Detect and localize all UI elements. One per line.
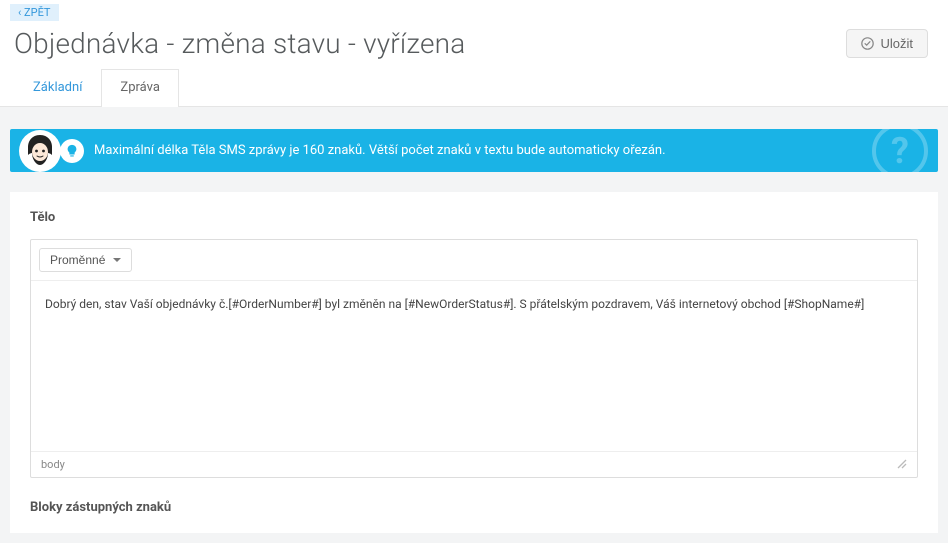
page-title: Objednávka - změna stavu - vyřízena <box>14 27 465 60</box>
save-button[interactable]: Uložit <box>846 29 928 58</box>
svg-text:?: ? <box>891 130 909 172</box>
tabs: Základní Zpráva <box>0 68 948 107</box>
back-link[interactable]: ‹ ZPĚT <box>10 4 59 21</box>
editor-panel: Tělo Proměnné Dobrý den, stav Vaší objed… <box>10 192 938 533</box>
path-text: body <box>41 458 65 471</box>
editor-path-bar: body <box>31 451 917 477</box>
chevron-left-icon: ‹ <box>18 6 21 19</box>
editor-toolbar: Proměnné <box>31 240 917 281</box>
tab-label: Zpráva <box>120 80 160 95</box>
info-alert: ? Maximální délka Těla SMS zprávy je 160… <box>10 129 938 172</box>
field-label-telo: Tělo <box>30 210 918 225</box>
lightbulb-badge-icon <box>60 139 84 163</box>
variables-dropdown[interactable]: Proměnné <box>39 248 132 272</box>
tab-label: Základní <box>33 80 82 95</box>
back-label: ZPĚT <box>24 6 50 19</box>
avatar-icon <box>18 129 62 172</box>
dropdown-label: Proměnné <box>50 253 105 267</box>
question-mark-icon: ? <box>870 129 930 172</box>
tab-zprava[interactable]: Zpráva <box>101 69 179 107</box>
chevron-down-icon <box>113 258 121 262</box>
editor-body[interactable]: Dobrý den, stav Vaší objednávky č.[#Orde… <box>31 281 917 451</box>
placeholders-heading: Bloky zástupných znaků <box>30 500 918 515</box>
rich-text-editor: Proměnné Dobrý den, stav Vaší objednávky… <box>30 239 918 478</box>
save-button-label: Uložit <box>880 36 913 51</box>
resize-handle-icon[interactable] <box>895 457 907 472</box>
tab-zakladni[interactable]: Základní <box>14 69 101 107</box>
check-circle-icon <box>861 37 874 50</box>
alert-text: Maximální délka Těla SMS zprávy je 160 z… <box>94 143 666 158</box>
